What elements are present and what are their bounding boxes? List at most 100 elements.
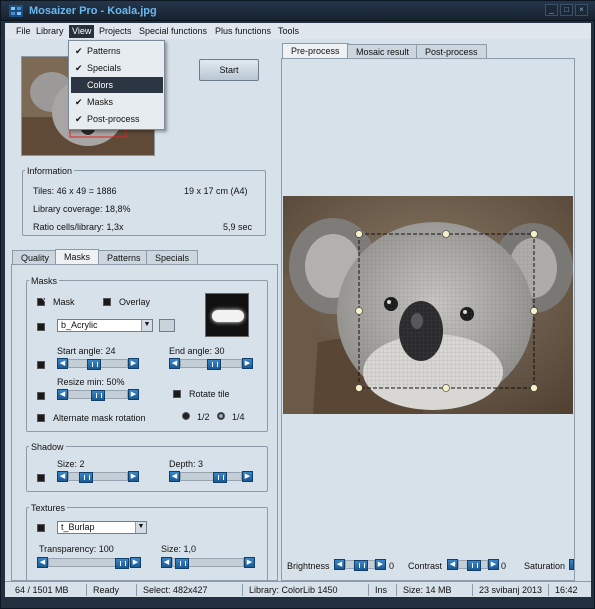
menu-item-label: Masks xyxy=(87,97,114,107)
menu-view[interactable]: View xyxy=(69,25,95,38)
tab-specials[interactable]: Specials xyxy=(146,250,199,265)
mask-combo-value: b_Acrylic xyxy=(61,320,98,330)
alternate-rotation-checkbox[interactable] xyxy=(37,414,45,422)
half-label: 1/2 xyxy=(197,412,210,422)
slider-thumb[interactable] xyxy=(115,558,129,569)
slider-track[interactable] xyxy=(172,558,244,569)
quarter-radio[interactable] xyxy=(217,412,225,420)
slider-thumb[interactable] xyxy=(207,359,221,370)
slider-thumb[interactable] xyxy=(91,390,105,401)
menu-bar: File Library View Projects Special funct… xyxy=(5,23,591,39)
menu-special-functions[interactable]: Special functions xyxy=(136,25,210,38)
brightness-slider[interactable]: ◀ ▶ xyxy=(334,559,386,571)
slider-thumb[interactable] xyxy=(213,472,227,483)
slider-thumb[interactable] xyxy=(79,472,93,483)
slider-track[interactable] xyxy=(68,359,128,370)
mask-enable-checkbox[interactable] xyxy=(37,323,45,331)
maximize-button[interactable]: □ xyxy=(560,4,573,16)
transparency-slider[interactable]: ◀ ▶ xyxy=(37,557,141,569)
start-button[interactable]: Start xyxy=(199,59,259,81)
menu-library[interactable]: Library xyxy=(33,25,67,38)
tab-masks[interactable]: Masks xyxy=(55,249,100,265)
shadow-depth-label: Depth: 3 xyxy=(169,459,204,469)
contrast-slider[interactable]: ◀ ▶ xyxy=(447,559,499,571)
brightness-label: Brightness xyxy=(287,561,330,571)
slider-track[interactable] xyxy=(68,390,128,401)
arrow-left-icon[interactable]: ◀ xyxy=(57,358,68,369)
arrow-right-icon[interactable]: ▶ xyxy=(244,557,255,568)
arrow-right-icon[interactable]: ▶ xyxy=(130,557,141,568)
selection-size: Select: 482x427 xyxy=(137,584,243,596)
arrow-right-icon[interactable]: ▶ xyxy=(242,358,253,369)
shadow-checkbox[interactable] xyxy=(37,474,45,482)
arrow-left-icon[interactable]: ◀ xyxy=(447,559,458,570)
arrow-left-icon[interactable]: ◀ xyxy=(169,471,180,482)
shadow-size-slider[interactable]: ◀ ▶ xyxy=(57,471,139,483)
slider-thumb[interactable] xyxy=(175,558,189,569)
arrow-left-icon[interactable]: ◀ xyxy=(37,557,48,568)
overlay-checkbox[interactable] xyxy=(103,298,111,306)
menu-item-masks[interactable]: ✔ Masks xyxy=(71,94,163,110)
arrow-left-icon[interactable]: ◀ xyxy=(57,471,68,482)
file-size: Size: 14 MB xyxy=(397,584,473,596)
arrow-right-icon[interactable]: ▶ xyxy=(128,389,139,400)
arrow-right-icon[interactable]: ▶ xyxy=(488,559,499,570)
chevron-down-icon[interactable]: ▼ xyxy=(135,522,146,533)
koala-image[interactable] xyxy=(283,196,573,414)
slider-thumb[interactable] xyxy=(354,560,368,571)
arrow-left-icon[interactable]: ◀ xyxy=(57,389,68,400)
texture-checkbox[interactable] xyxy=(37,524,45,532)
menu-item-post-process[interactable]: ✔ Post-process xyxy=(71,111,163,127)
end-angle-label: End angle: 30 xyxy=(169,346,225,356)
arrow-left-icon[interactable]: ◀ xyxy=(169,358,180,369)
tab-post-process[interactable]: Post-process xyxy=(416,44,487,59)
chevron-down-icon[interactable]: ▼ xyxy=(141,320,152,331)
slider-track[interactable] xyxy=(48,558,130,569)
slider-track[interactable] xyxy=(180,359,242,370)
tab-quality[interactable]: Quality xyxy=(12,250,59,265)
menu-item-patterns[interactable]: ✔ Patterns xyxy=(71,43,163,59)
arrow-right-icon[interactable]: ▶ xyxy=(375,559,386,570)
slider-track[interactable] xyxy=(345,560,375,571)
tab-patterns[interactable]: Patterns xyxy=(98,250,150,265)
end-angle-slider[interactable]: ◀ ▶ xyxy=(169,358,253,370)
browse-mask-button[interactable] xyxy=(159,319,175,332)
menu-plus-functions[interactable]: Plus functions xyxy=(212,25,274,38)
arrow-right-icon[interactable]: ▶ xyxy=(128,471,139,482)
minimize-button[interactable]: _ xyxy=(545,4,558,16)
app-window: Mosaizer Pro - Koala.jpg _ □ × File Libr… xyxy=(0,0,595,609)
texture-size-slider[interactable]: ◀ ▶ xyxy=(161,557,255,569)
angle-checkbox[interactable] xyxy=(37,361,45,369)
menu-item-colors[interactable]: Colors xyxy=(71,77,163,93)
overlay-label: Overlay xyxy=(119,297,151,307)
transparency-label: Transparency: 100 xyxy=(39,544,114,554)
resize-checkbox[interactable] xyxy=(37,392,45,400)
close-button[interactable]: × xyxy=(575,4,588,16)
arrow-right-icon[interactable]: ▶ xyxy=(128,358,139,369)
menu-projects[interactable]: Projects xyxy=(96,25,135,38)
arrow-left-icon[interactable]: ◀ xyxy=(334,559,345,570)
rotate-tile-checkbox[interactable] xyxy=(173,390,181,398)
resize-min-slider[interactable]: ◀ ▶ xyxy=(57,389,139,401)
texture-combo[interactable]: t_Burlap ▼ xyxy=(57,521,147,534)
slider-track[interactable] xyxy=(180,472,242,483)
mask-combo[interactable]: b_Acrylic ▼ xyxy=(57,319,153,332)
menu-tools[interactable]: Tools xyxy=(275,25,302,38)
shadow-depth-slider[interactable]: ◀ ▶ xyxy=(169,471,253,483)
menu-item-specials[interactable]: ✔ Specials xyxy=(71,60,163,76)
slider-thumb[interactable] xyxy=(467,560,481,571)
slider-track[interactable] xyxy=(458,560,488,571)
slider-thumb[interactable] xyxy=(87,359,101,370)
shadow-size-label: Size: 2 xyxy=(57,459,85,469)
start-angle-slider[interactable]: ◀ ▶ xyxy=(57,358,139,370)
arrow-left-icon[interactable]: ◀ xyxy=(161,557,172,568)
tab-pre-process[interactable]: Pre-process xyxy=(282,43,349,59)
saturation-slider[interactable] xyxy=(569,559,574,570)
tab-mosaic-result[interactable]: Mosaic result xyxy=(347,44,419,59)
menu-file[interactable]: File xyxy=(13,25,34,38)
slider-track[interactable] xyxy=(68,472,128,483)
check-icon: ✔ xyxy=(75,97,83,107)
half-radio[interactable] xyxy=(182,412,190,420)
mask-checkbox[interactable] xyxy=(37,298,45,306)
arrow-right-icon[interactable]: ▶ xyxy=(242,471,253,482)
